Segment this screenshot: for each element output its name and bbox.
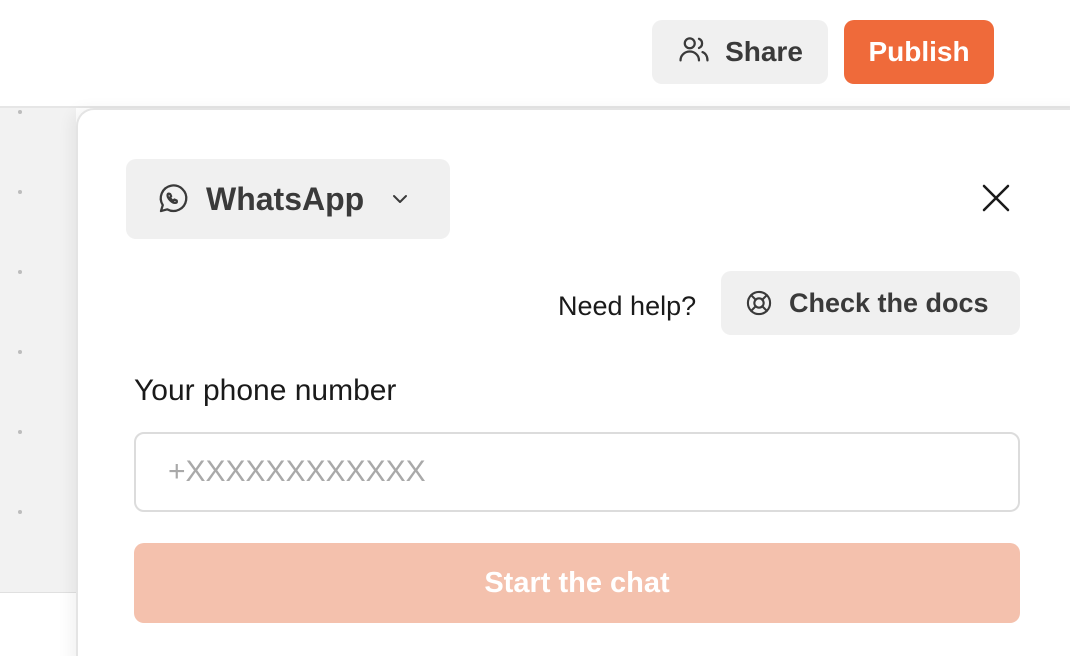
- close-icon: [978, 180, 1014, 216]
- check-docs-label: Check the docs: [789, 287, 989, 318]
- publish-button[interactable]: Publish: [844, 20, 994, 84]
- close-button[interactable]: [978, 180, 1014, 216]
- share-label: Share: [725, 36, 803, 67]
- phone-number-input[interactable]: [134, 432, 1020, 512]
- grid-dot: [18, 510, 22, 514]
- grid-dot: [18, 110, 22, 114]
- grid-dot: [18, 270, 22, 274]
- share-button[interactable]: Share: [652, 20, 828, 84]
- share-panel: WhatsApp Need help? Check the docs Your …: [76, 108, 1070, 656]
- start-chat-label: Start the chat: [484, 566, 670, 599]
- grid-dot: [18, 350, 22, 354]
- lifebuoy-icon: [745, 289, 773, 317]
- channel-dropdown[interactable]: WhatsApp: [126, 159, 450, 239]
- channel-label: WhatsApp: [206, 180, 365, 217]
- users-icon: [677, 32, 711, 73]
- publish-label: Publish: [868, 36, 970, 67]
- start-chat-button[interactable]: Start the chat: [134, 543, 1020, 623]
- app: Share Publish WhatsApp Need help? Check …: [0, 0, 1070, 656]
- canvas-area: [0, 108, 76, 592]
- top-bar: Share Publish: [0, 0, 1070, 108]
- help-prompt: Need help?: [558, 291, 697, 321]
- canvas-footer: [0, 592, 76, 656]
- grid-dot: [18, 190, 22, 194]
- chevron-down-icon: [380, 187, 412, 211]
- grid-dot: [18, 430, 22, 434]
- whatsapp-icon: [156, 182, 190, 216]
- check-docs-button[interactable]: Check the docs: [721, 271, 1020, 335]
- phone-field-label: Your phone number: [134, 374, 397, 407]
